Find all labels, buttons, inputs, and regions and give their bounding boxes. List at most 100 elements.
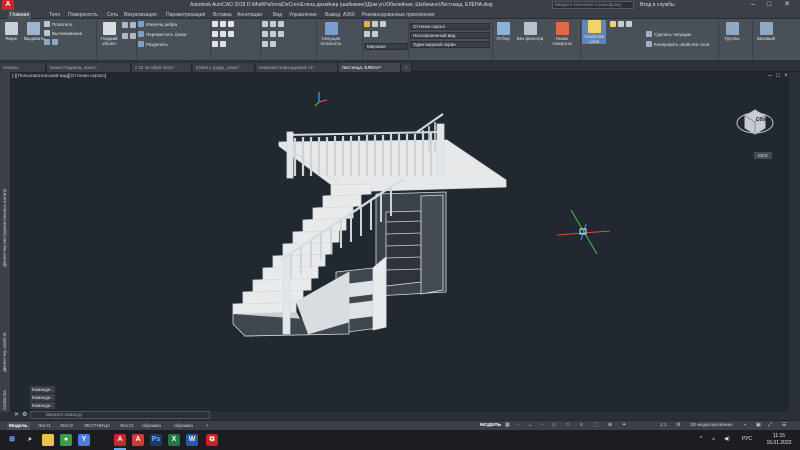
extrude-button[interactable]: Выдавить xyxy=(24,22,45,41)
tab-parametric[interactable]: Параметризация xyxy=(166,11,205,19)
wcs-menu[interactable]: МСК xyxy=(754,152,772,159)
viewport-minimize-icon[interactable]: – xyxy=(766,73,774,80)
annotation-icon[interactable]: ✦ xyxy=(622,422,626,430)
model-space-toggle[interactable]: МОДЕЛЬ xyxy=(480,422,501,430)
customize-menu-icon[interactable]: ☰ xyxy=(782,422,786,430)
visual-style-select[interactable]: Оттенки серого xyxy=(410,23,490,30)
doc-tab[interactable]: Николай Новосадовый 41* xyxy=(256,63,338,72)
annotation-scale[interactable]: 1:1 xyxy=(660,422,667,430)
no-filter-button[interactable]: Без фильтра xyxy=(516,22,544,41)
extract-edges-button[interactable]: Извлечь ребра xyxy=(138,21,177,27)
viewcube-face-label[interactable]: Сбоку xyxy=(756,117,771,123)
file-explorer-icon[interactable] xyxy=(42,434,54,446)
drawing-canvas[interactable] xyxy=(11,72,789,412)
ucs-world-select[interactable]: Мировая xyxy=(364,43,408,50)
ucs-tools[interactable] xyxy=(364,21,388,27)
doc-tab-active[interactable]: Лестница, ЕЛЕНА* xyxy=(339,63,401,72)
modify-tools[interactable] xyxy=(262,21,286,27)
draw-tools-2[interactable] xyxy=(212,31,236,37)
tab-annotate[interactable]: Аннотации xyxy=(237,11,262,19)
chrome-icon[interactable]: ● xyxy=(60,434,72,446)
snap-icon[interactable]: ⋯ xyxy=(515,422,520,430)
tab-mesh[interactable]: Сеть xyxy=(107,11,118,19)
signin-link[interactable]: Вход в службы xyxy=(640,2,675,8)
minimize-button[interactable]: – xyxy=(746,0,760,10)
tool-palettes-title[interactable]: Диспетчер инструментальных палитр xyxy=(2,188,7,267)
autocad-taskbar-icon[interactable]: A xyxy=(114,434,126,446)
make-current-button[interactable]: Сделать текущим xyxy=(646,31,691,37)
autocad-logo-icon[interactable]: A xyxy=(2,0,14,10)
new-tab-plus-icon[interactable]: + xyxy=(402,63,412,72)
command-close-icon[interactable]: ✕ xyxy=(14,411,19,418)
move-faces-button[interactable]: Переместить грани xyxy=(138,31,186,37)
section-plane-button[interactable]: Секущая плоскость xyxy=(318,22,344,46)
layer-tools[interactable] xyxy=(610,21,634,27)
viewport-config-select[interactable]: Один видовой экран xyxy=(410,41,490,48)
gizmo-icon[interactable]: ⊕ xyxy=(608,422,612,430)
lineweight-icon[interactable]: ≡ xyxy=(580,422,583,430)
photoshop-icon[interactable]: Ps xyxy=(150,434,162,446)
excel-icon[interactable]: X xyxy=(168,434,180,446)
separate-button[interactable]: Разделить xyxy=(138,41,168,47)
tab-output[interactable]: Вывод xyxy=(325,11,340,19)
hardware-accel-icon[interactable]: ▣ xyxy=(756,422,761,430)
grid-icon[interactable]: ▦ xyxy=(505,422,510,430)
properties-manager-title[interactable]: Диспетчер свойств xyxy=(2,332,7,372)
properties-title[interactable]: Свойства xyxy=(2,390,7,410)
tray-chevron-icon[interactable]: ^ xyxy=(700,436,702,442)
draw-tools[interactable] xyxy=(212,21,236,27)
modify-tools-2[interactable] xyxy=(262,31,286,37)
base-view-button[interactable]: Базовый xyxy=(754,22,778,41)
polar-icon[interactable]: ◔ xyxy=(540,422,543,430)
layer-properties-button[interactable]: Свойства слоя xyxy=(582,20,606,44)
groups-button[interactable]: Группы xyxy=(720,22,744,41)
culling-button[interactable]: Отбор xyxy=(494,22,512,41)
workspace-switch[interactable]: 3D-моделирование xyxy=(690,422,733,430)
system-clock[interactable]: 11:15 15.01.2022 xyxy=(764,433,794,447)
doc-tab[interactable]: с 22 октября 2021* xyxy=(132,63,192,72)
clean-screen-icon[interactable]: ⤢ xyxy=(768,422,772,430)
doc-tab[interactable]: Ниша Подвала_эскиз* xyxy=(47,63,131,72)
ucs-tools-2[interactable] xyxy=(364,31,380,37)
tab-insert[interactable]: Вставка xyxy=(213,11,232,19)
doc-tab[interactable]: Юлия у груда_эскиз* xyxy=(193,63,255,72)
polysolid-button[interactable]: Политело xyxy=(44,21,72,27)
word-icon[interactable]: W xyxy=(186,434,198,446)
modeling-more-button[interactable] xyxy=(44,39,60,45)
tab-a360[interactable]: A360 xyxy=(343,11,355,19)
close-button[interactable]: ✕ xyxy=(780,0,794,10)
selection-cycling-icon[interactable]: ⬚ xyxy=(594,422,599,430)
network-icon[interactable]: ◒ xyxy=(712,436,715,442)
draw-tools-3[interactable] xyxy=(212,41,228,47)
osnap-icon[interactable]: □ xyxy=(566,422,569,430)
yandex-browser-icon[interactable]: Y xyxy=(78,434,90,446)
tab-visualize[interactable]: Визуализация xyxy=(124,11,157,19)
box-button[interactable]: Ящик xyxy=(2,22,20,41)
tab-solid[interactable]: Тело xyxy=(49,11,60,19)
viewport-maximize-icon[interactable]: □ xyxy=(774,73,782,80)
ortho-icon[interactable]: ∟ xyxy=(528,422,533,430)
language-indicator[interactable]: РУС xyxy=(742,436,752,442)
isolate-icon[interactable]: ◐ xyxy=(744,422,747,430)
modify-tools-3[interactable] xyxy=(262,41,278,47)
search-input[interactable]: Введите ключевое слово/фразу xyxy=(552,1,634,9)
tab-featured-apps[interactable]: Рекомендованные приложения xyxy=(362,11,435,19)
windows-start-icon[interactable]: ⊞ xyxy=(6,434,18,446)
doc-tab-start[interactable]: Начало xyxy=(0,63,46,72)
viewport-label[interactable]: [-][Пользовательский вид][Оттенки серого… xyxy=(12,74,106,79)
search-icon[interactable]: ⌕ xyxy=(24,434,36,446)
volume-icon[interactable]: ◀) xyxy=(724,436,730,442)
tab-surface[interactable]: Поверхность xyxy=(68,11,98,19)
isodraft-icon[interactable]: ◇ xyxy=(552,422,556,430)
named-view-select[interactable]: Несохраненный вид xyxy=(410,32,490,39)
rotate-gizmo-button[interactable]: Гизмо поворота xyxy=(548,22,576,46)
smooth-object-button[interactable]: Гладкий объект xyxy=(98,22,120,46)
settings-gear-icon[interactable]: ⚙ xyxy=(676,422,680,430)
command-customize-icon[interactable]: ⚙ xyxy=(22,411,27,418)
tab-manage[interactable]: Управление xyxy=(289,11,317,19)
pdf-reader-icon[interactable]: ⧉ xyxy=(206,434,218,446)
maximize-button[interactable]: □ xyxy=(762,0,776,10)
tab-view[interactable]: Вид xyxy=(273,11,282,19)
tab-home[interactable]: Главная xyxy=(8,11,32,19)
match-layer-button[interactable]: Копировать свойства слоя xyxy=(646,41,709,47)
